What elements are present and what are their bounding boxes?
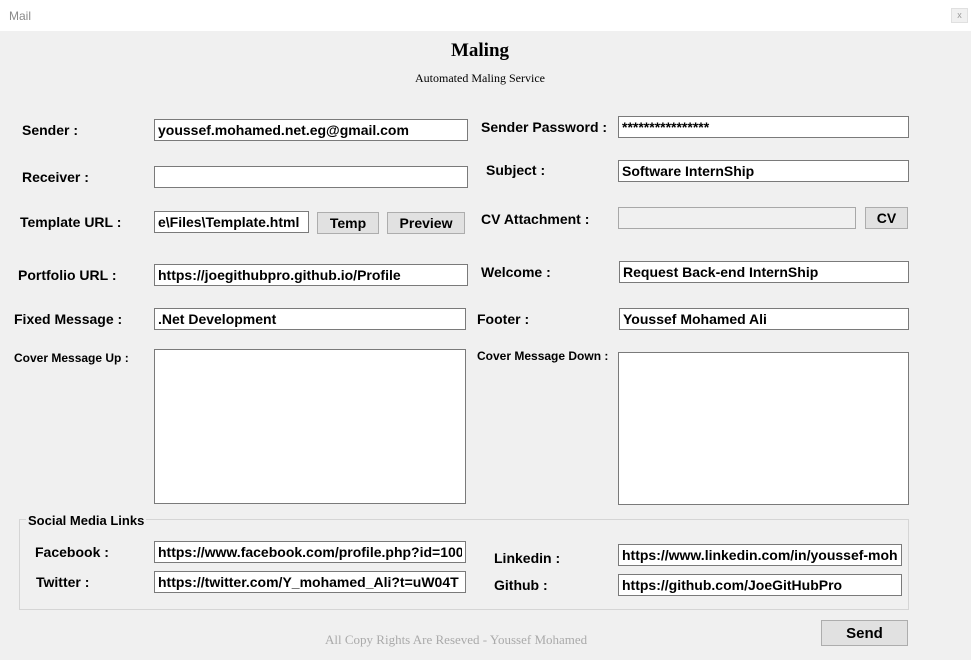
cover-message-up-label: Cover Message Up : <box>14 351 129 365</box>
title-bar: Mail x <box>0 0 971 31</box>
github-label: Github : <box>494 577 548 593</box>
close-icon: x <box>957 10 962 20</box>
subject-label: Subject : <box>486 162 546 178</box>
social-media-legend: Social Media Links <box>26 513 147 528</box>
welcome-input[interactable] <box>619 261 909 283</box>
welcome-label: Welcome : <box>481 264 551 280</box>
portfolio-url-input[interactable] <box>154 264 468 286</box>
facebook-label: Facebook : <box>35 544 109 560</box>
receiver-input[interactable] <box>154 166 468 188</box>
facebook-input[interactable] <box>154 541 466 563</box>
twitter-label: Twitter : <box>36 574 90 590</box>
page-subtitle: Automated Maling Service <box>415 71 545 85</box>
twitter-input[interactable] <box>154 571 466 593</box>
portfolio-url-label: Portfolio URL : <box>18 267 117 283</box>
preview-button[interactable]: Preview <box>387 212 465 234</box>
template-url-input[interactable] <box>154 211 309 233</box>
fixed-message-label: Fixed Message : <box>14 311 123 327</box>
sender-label: Sender : <box>22 122 79 138</box>
sender-password-label: Sender Password : <box>481 119 608 135</box>
receiver-label: Receiver : <box>22 169 89 185</box>
close-button[interactable]: x <box>951 8 968 23</box>
cover-message-down-label: Cover Message Down : <box>477 349 609 363</box>
template-url-label: Template URL : <box>20 214 122 230</box>
cover-message-down-textarea[interactable] <box>618 352 909 505</box>
github-input[interactable] <box>618 574 902 596</box>
sender-password-input[interactable] <box>618 116 909 138</box>
subject-input[interactable] <box>618 160 909 182</box>
window-title: Mail <box>9 9 32 23</box>
footer-label: Footer : <box>477 311 530 327</box>
linkedin-input[interactable] <box>618 544 902 566</box>
cover-message-up-textarea[interactable] <box>154 349 466 504</box>
cv-attachment-label: CV Attachment : <box>481 211 590 227</box>
page-title: Maling <box>450 40 510 61</box>
copyright-text: All Copy Rights Are Reseved - Youssef Mo… <box>325 632 588 647</box>
cv-attachment-input[interactable] <box>618 207 856 229</box>
temp-button[interactable]: Temp <box>317 212 379 234</box>
sender-input[interactable] <box>154 119 468 141</box>
linkedin-label: Linkedin : <box>494 550 561 566</box>
footer-input[interactable] <box>619 308 909 330</box>
send-button[interactable]: Send <box>821 620 908 646</box>
fixed-message-input[interactable] <box>154 308 466 330</box>
cv-button[interactable]: CV <box>865 207 908 229</box>
